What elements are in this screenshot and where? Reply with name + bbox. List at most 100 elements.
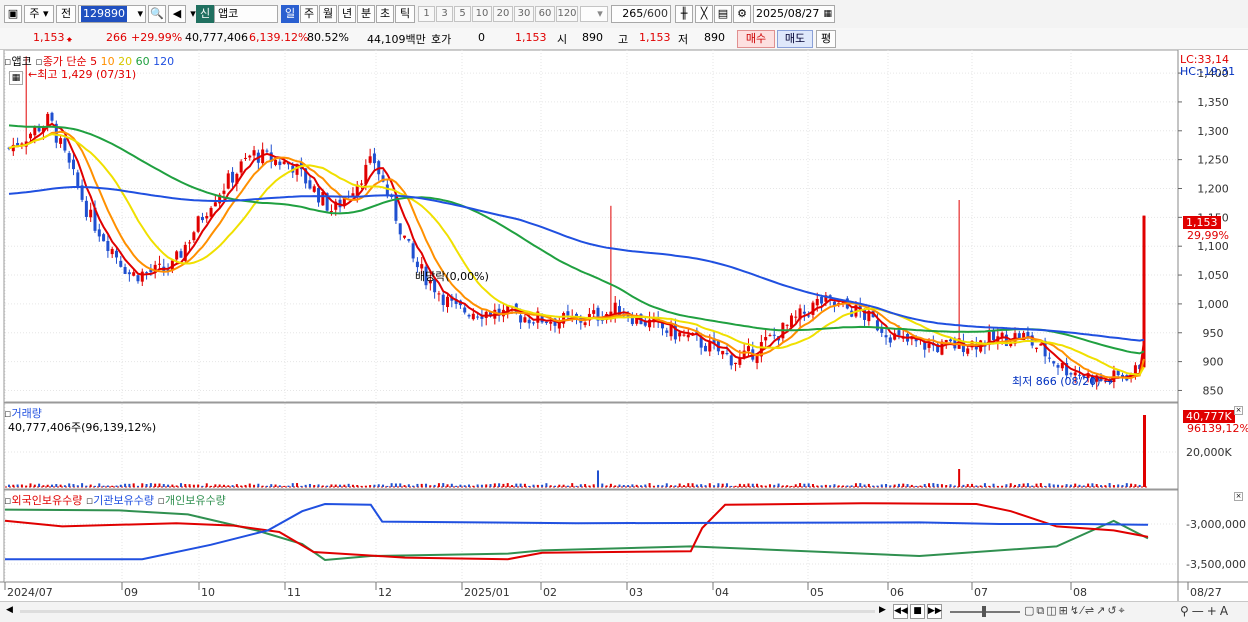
period-tick-label: 틱 [399, 7, 411, 20]
date-input[interactable]: 2025/08/27 ▦ [753, 5, 835, 23]
chart-type-icon[interactable]: ╳ [695, 5, 713, 23]
candle-body [282, 161, 286, 164]
hoga-price: 1,153 [515, 31, 547, 44]
candle-body [192, 232, 196, 241]
dropdown-icon[interactable]: ▾ [137, 6, 143, 22]
calendar-icon[interactable]: ▦ [823, 6, 832, 22]
candle-body [63, 138, 67, 151]
scrollbar-track[interactable] [20, 610, 875, 613]
save-icon[interactable]: ▤ [714, 5, 732, 23]
volume-bar [549, 485, 552, 487]
mode-select-2[interactable]: 전 [56, 5, 76, 23]
volume-bar [1009, 483, 1012, 487]
search-icon[interactable]: 🔍 [148, 5, 166, 23]
volume-bar [747, 483, 750, 487]
candle-body [721, 350, 725, 355]
candle-body [523, 317, 527, 323]
mode-select-1[interactable]: 주 ▾ [24, 5, 54, 23]
minute-20[interactable]: 20 [493, 6, 513, 22]
candle-body [772, 334, 776, 336]
volume-bar [743, 484, 746, 487]
minute-120[interactable]: 120 [556, 6, 578, 22]
drawing-tools-icons[interactable]: ▢⧉◫⊞↯⁄⇌↗↺⌖ [1024, 604, 1127, 618]
window-icon[interactable]: ▣ [4, 5, 22, 23]
candle-body [897, 330, 901, 336]
price-tick-label: 1,250 [1197, 154, 1229, 167]
candle-body [205, 216, 209, 219]
buy-button[interactable]: 매수 [737, 30, 775, 48]
candle-body [532, 322, 536, 324]
volume-bar [115, 485, 118, 487]
candle-icon[interactable]: ╫ [675, 5, 693, 23]
count-input[interactable]: 265/600 [611, 5, 671, 23]
volume-bar [175, 485, 178, 487]
candle-body [519, 315, 523, 323]
calendar-grid-icon[interactable]: ▦ [9, 71, 23, 85]
stop-icon[interactable]: ■ [910, 604, 925, 619]
volume-bar [979, 485, 982, 487]
volume-bar [966, 484, 969, 487]
period-month[interactable]: 월 [319, 5, 337, 23]
volume-bar [687, 483, 690, 487]
minute-60[interactable]: 60 [535, 6, 555, 22]
candle-body [76, 172, 80, 187]
minute-1[interactable]: 1 [418, 6, 435, 22]
volume-bar [622, 485, 625, 487]
volume-bar [85, 485, 88, 487]
x-axis-label: 09 [124, 586, 138, 599]
volume-bar [184, 484, 187, 487]
institution-holding-line [5, 502, 1149, 561]
minute-30[interactable]: 30 [514, 6, 534, 22]
volume-bar [992, 483, 995, 487]
stock-name-field[interactable]: 앱코 [214, 5, 278, 23]
minute-3[interactable]: 3 [436, 6, 453, 22]
volume-bar [1108, 483, 1111, 487]
candle-body [815, 298, 819, 306]
volume-bar [308, 483, 311, 487]
chart-area[interactable]: 1,4001,3501,3001,2501,2001,1501,1001,050… [0, 50, 1248, 601]
period-week[interactable]: 주 [300, 5, 318, 23]
period-second-label: 초 [379, 7, 391, 20]
chart-canvas[interactable]: 1,4001,3501,3001,2501,2001,1501,1001,050… [0, 50, 1248, 601]
minute-dropdown-icon[interactable]: ▾ [592, 6, 608, 22]
minute-10[interactable]: 10 [472, 6, 492, 22]
volume-bar [842, 485, 845, 487]
volume-close-icon[interactable]: × [1234, 406, 1243, 415]
forward-icon[interactable]: ▶▶ [927, 604, 942, 619]
candle-body [407, 239, 411, 241]
sell-button[interactable]: 매도 [777, 30, 813, 48]
period-minute[interactable]: 분 [357, 5, 375, 23]
volume-bar [502, 483, 505, 487]
volume-bar [811, 484, 814, 487]
avg-button[interactable]: 평 [816, 30, 836, 48]
low: 890 [704, 31, 725, 44]
scroll-left-icon[interactable]: ◀ [6, 605, 13, 615]
period-tick[interactable]: 틱 [395, 5, 415, 23]
volume-bar [609, 483, 612, 487]
period-second[interactable]: 초 [376, 5, 394, 23]
volume-bar [253, 484, 256, 487]
volume-bar [1001, 485, 1004, 487]
period-year[interactable]: 년 [338, 5, 356, 23]
volume-bar [76, 485, 79, 487]
volume-bar [377, 484, 380, 487]
zoom-tools-icons[interactable]: ⚲—+A [1180, 604, 1231, 618]
volume-bar [511, 485, 514, 487]
code-input[interactable]: 129890 ▾ [78, 5, 146, 23]
rewind-icon[interactable]: ◀◀ [893, 604, 908, 619]
period-day[interactable]: 일 [281, 5, 299, 23]
candle-body [789, 315, 793, 328]
volume-bar [949, 484, 952, 487]
scroll-right-icon[interactable]: ▶ [879, 605, 886, 615]
holdings-close-icon[interactable]: × [1234, 492, 1243, 501]
candle-body [888, 337, 892, 343]
gear-icon[interactable]: ⚙ [733, 5, 751, 23]
volume-bar [519, 483, 522, 487]
volume-bar [265, 485, 268, 487]
minute-5[interactable]: 5 [454, 6, 471, 22]
candle-body [312, 186, 316, 192]
volume-bar [106, 485, 109, 487]
volume-bar [136, 485, 139, 487]
zoom-slider-handle[interactable] [982, 606, 986, 617]
candle-body [949, 339, 953, 342]
